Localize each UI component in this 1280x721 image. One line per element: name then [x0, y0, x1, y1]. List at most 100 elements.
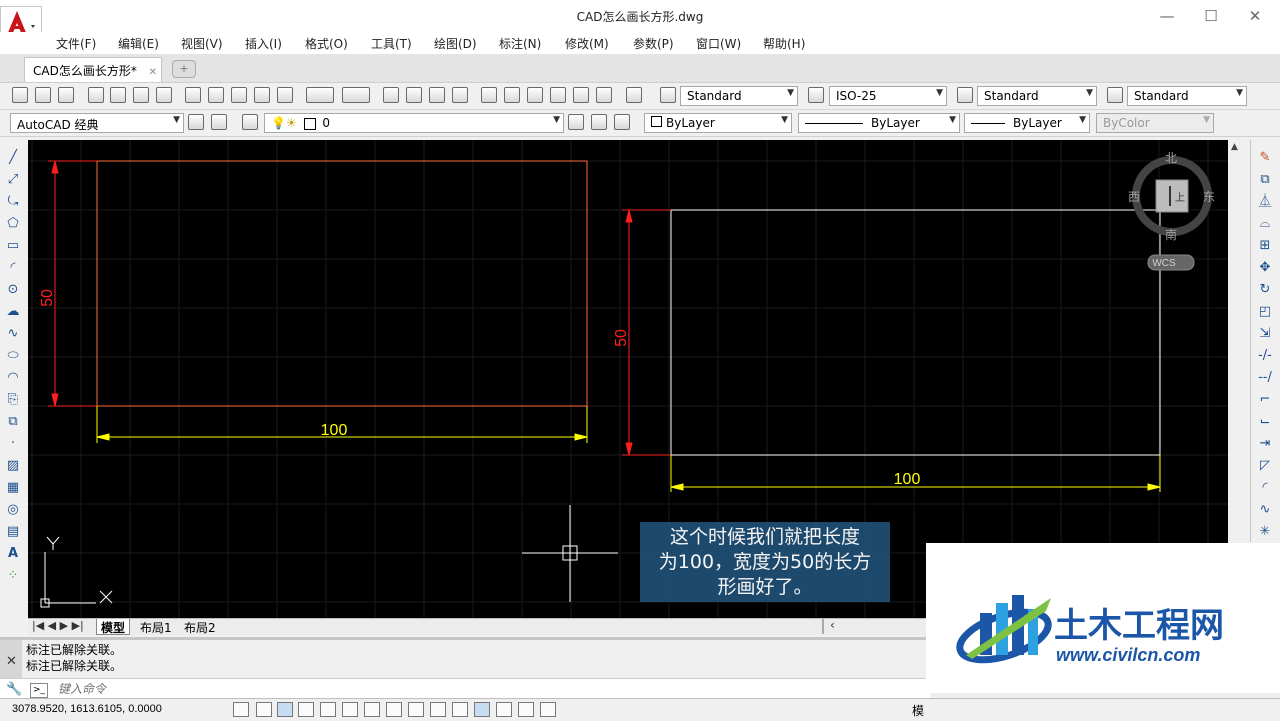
quick-properties-icon[interactable] [496, 702, 512, 717]
polar-tracking-icon[interactable] [320, 702, 336, 717]
gradient-icon[interactable]: ▦ [5, 480, 21, 496]
ellipse-arc-icon[interactable]: ◠ [5, 370, 21, 386]
dim-style-icon[interactable] [808, 87, 824, 103]
3d-dwf-icon[interactable] [156, 87, 172, 103]
close-button[interactable]: ✕ [1232, 4, 1278, 28]
sheet-set-icon[interactable] [550, 87, 566, 103]
command-prompt-icon[interactable]: >_ [30, 683, 48, 698]
layout-nav-arrows[interactable]: |◀ ◀ ▶ ▶| [32, 619, 84, 632]
rectangle-icon[interactable]: ▭ [5, 238, 21, 254]
viewcube-west[interactable]: 西 [1128, 190, 1140, 204]
polyline-icon[interactable]: ⤿ [5, 194, 21, 210]
minimize-button[interactable]: — [1144, 4, 1190, 28]
customize-wrench-icon[interactable]: 🔧 [6, 682, 22, 697]
help-icon[interactable] [626, 87, 642, 103]
undo-icon[interactable] [306, 87, 334, 103]
wcs-menu[interactable]: WCS [1152, 258, 1176, 269]
table-style-icon[interactable] [957, 87, 973, 103]
ellipse-icon[interactable]: ⬭ [5, 348, 21, 364]
dim-style-select[interactable]: ISO-25 ▼ [829, 86, 947, 106]
customize-icon[interactable] [211, 114, 227, 130]
join-icon[interactable]: ⇥ [1257, 436, 1273, 452]
table-icon[interactable]: ▤ [5, 524, 21, 540]
menu-dimension[interactable]: 标注(N) [499, 35, 541, 52]
menu-format[interactable]: 格式(O) [305, 35, 348, 52]
coordinates-readout[interactable]: 3078.9520, 1613.6105, 0.0000 [12, 703, 162, 715]
make-current-layer-icon[interactable] [568, 114, 584, 130]
design-center-icon[interactable] [504, 87, 520, 103]
rectangle-left[interactable] [96, 160, 588, 407]
selection-cycling-icon[interactable] [518, 702, 534, 717]
fillet-icon[interactable]: ◜ [1257, 480, 1273, 496]
layer-properties-icon[interactable] [242, 114, 258, 130]
document-tab[interactable]: CAD怎么画长方形* ✕ [24, 57, 162, 82]
menu-insert[interactable]: 插入(I) [245, 35, 282, 52]
grid-display-icon[interactable] [277, 702, 293, 717]
spline-icon[interactable]: ∿ [5, 326, 21, 342]
zoom-previous-icon[interactable] [452, 87, 468, 103]
explode-icon[interactable]: ✳ [1257, 524, 1273, 540]
offset-icon[interactable]: ⌓ [1257, 216, 1273, 232]
hatch-icon[interactable]: ▨ [5, 458, 21, 474]
command-window-handle[interactable]: ✕ [0, 640, 22, 678]
maximize-button[interactable]: ☐ [1188, 4, 1234, 28]
match-properties-icon[interactable] [254, 87, 270, 103]
zoom-realtime-icon[interactable] [406, 87, 422, 103]
infer-constraints-icon[interactable] [233, 702, 249, 717]
line-icon[interactable]: ╱ [5, 150, 21, 166]
menu-tools[interactable]: 工具(T) [371, 35, 412, 52]
object-snap-icon[interactable] [342, 702, 358, 717]
vertical-dimension-left[interactable] [48, 160, 97, 407]
tab-model[interactable]: 模型 [96, 619, 131, 635]
mleader-style-select[interactable]: Standard ▼ [1127, 86, 1247, 106]
mleader-style-icon[interactable] [1107, 87, 1123, 103]
menu-edit[interactable]: 编辑(E) [118, 35, 159, 52]
move-icon[interactable]: ✥ [1257, 260, 1273, 276]
text-style-select[interactable]: Standard ▼ [680, 86, 798, 106]
add-selected-icon[interactable]: ⁘ [5, 568, 21, 584]
lineweight-select[interactable]: ByLayer ▼ [964, 113, 1090, 133]
copy-object-icon[interactable]: ⧉ [1257, 172, 1273, 188]
dynamic-input-icon[interactable] [430, 702, 446, 717]
command-input[interactable] [56, 681, 560, 697]
tab-layout1[interactable]: 布局1 [136, 619, 176, 635]
trim-icon[interactable]: -/- [1257, 348, 1273, 364]
menu-file[interactable]: 文件(F) [56, 35, 96, 52]
new-file-icon[interactable] [12, 87, 28, 103]
ortho-mode-icon[interactable] [298, 702, 314, 717]
scroll-up-icon[interactable]: ▲ [1231, 142, 1238, 152]
blend-curves-icon[interactable]: ∿ [1257, 502, 1273, 518]
copy-icon[interactable] [208, 87, 224, 103]
save-icon[interactable] [58, 87, 74, 103]
menu-parametric[interactable]: 参数(P) [633, 35, 674, 52]
paste-icon[interactable] [231, 87, 247, 103]
viewcube-south[interactable]: 南 [1165, 227, 1177, 242]
chamfer-icon[interactable]: ◸ [1257, 458, 1273, 474]
mirror-icon[interactable]: ⏅ [1257, 194, 1273, 210]
break-at-point-icon[interactable]: ⌐ [1257, 392, 1273, 408]
array-icon[interactable]: ⊞ [1257, 238, 1273, 254]
menu-modify[interactable]: 修改(M) [565, 35, 609, 52]
revision-cloud-icon[interactable]: ☁ [5, 304, 21, 320]
3d-object-snap-icon[interactable] [364, 702, 380, 717]
circle-icon[interactable]: ⊙ [5, 282, 21, 298]
annotation-monitor-icon[interactable] [540, 702, 556, 717]
linetype-select[interactable]: ByLayer ▼ [798, 113, 960, 133]
quickcalc-icon[interactable] [596, 87, 612, 103]
workspace-select[interactable]: AutoCAD 经典 ▼ [10, 113, 184, 133]
pan-icon[interactable] [383, 87, 399, 103]
erase-icon[interactable]: ✎ [1257, 150, 1273, 166]
model-space-toggle[interactable]: 模 [912, 702, 924, 719]
point-icon[interactable]: · [5, 436, 21, 452]
lineweight-display-icon[interactable] [452, 702, 468, 717]
rectangle-right[interactable] [670, 209, 1161, 456]
break-icon[interactable]: ⌙ [1257, 414, 1273, 430]
tab-layout2[interactable]: 布局2 [180, 619, 220, 635]
hscroll-splitter[interactable] [822, 619, 824, 634]
close-command-icon[interactable]: ✕ [6, 654, 17, 669]
new-tab-button[interactable]: + [172, 60, 196, 78]
text-style-icon[interactable] [660, 87, 676, 103]
transparency-icon[interactable] [474, 702, 490, 717]
markup-icon[interactable] [573, 87, 589, 103]
menu-view[interactable]: 视图(V) [181, 35, 223, 52]
